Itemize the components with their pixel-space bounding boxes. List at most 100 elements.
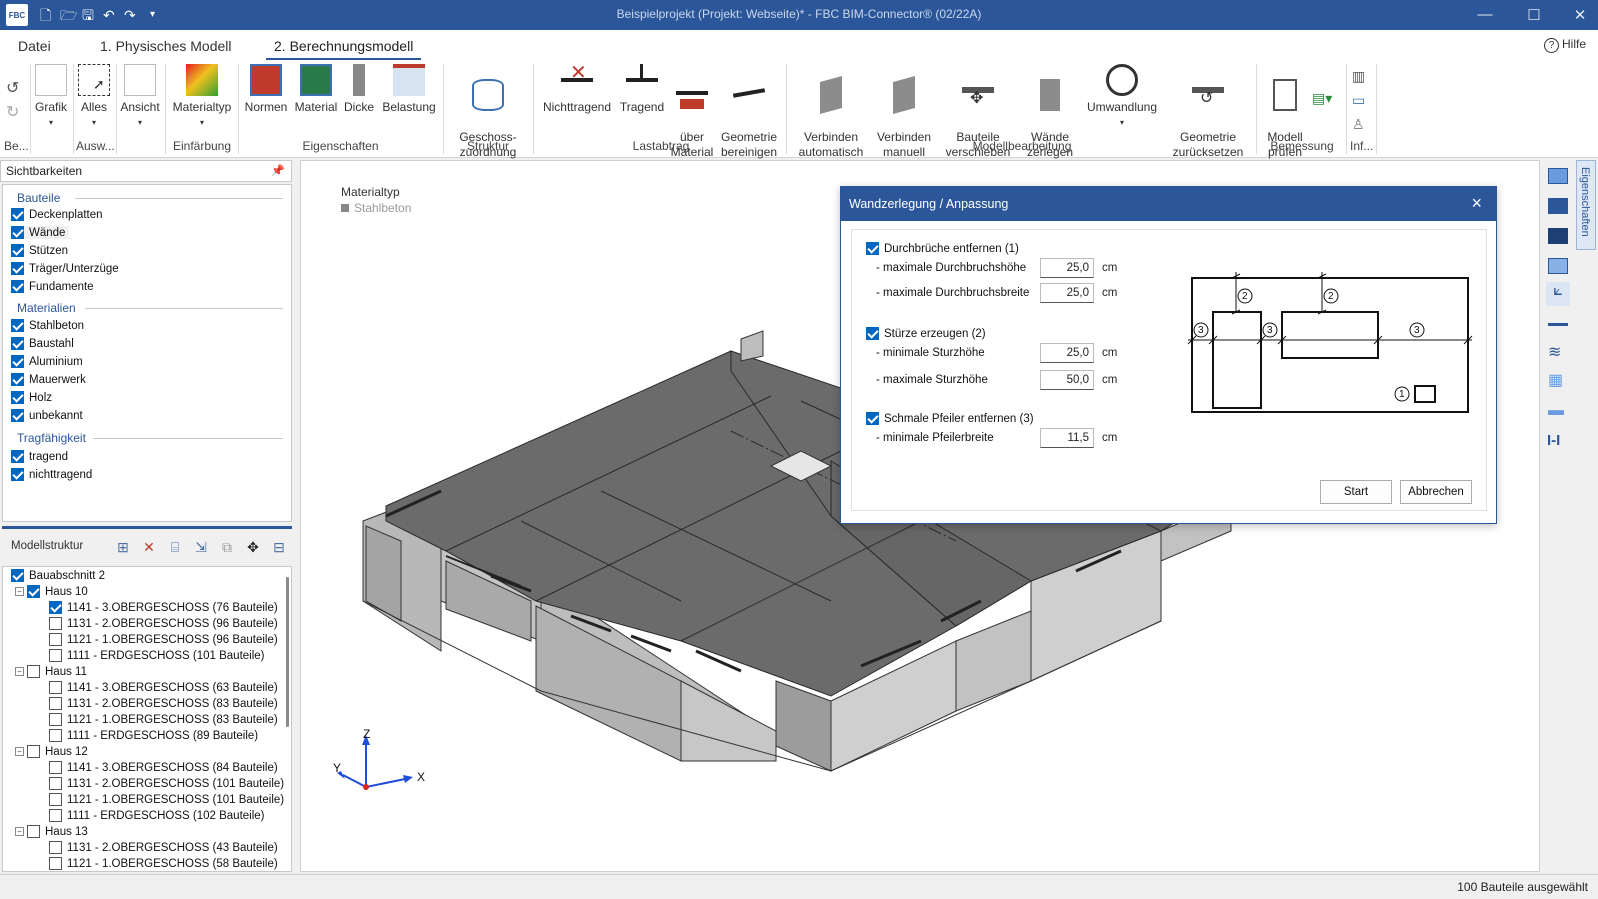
geometrie-zuruecksetzen-button[interactable]: ↺ Geometrie zurücksetzen [1164,64,1252,175]
tree-node-floor[interactable]: 1131 - 2.OBERGESCHOSS (43 Bauteile) [49,841,278,854]
tree-node-floor[interactable]: 1121 - 1.OBERGESCHOSS (83 Bauteile) [49,713,278,726]
verbinden-automatisch-button[interactable]: Verbinden automatisch [794,64,868,175]
tab-datei[interactable]: Datei [18,38,51,54]
geometrie-bereinigen-button[interactable]: Geometrie bereinigen [716,64,782,175]
tree-node-floor[interactable]: 1141 - 3.OBERGESCHOSS (76 Bauteile) [49,601,278,614]
collapse-icon[interactable]: − [15,587,24,596]
checkbox-unbekannt[interactable]: unbekannt [11,409,83,422]
user-icon[interactable]: ♙ [1352,116,1365,133]
input-min-sturzhoehe[interactable]: 25,0 [1040,343,1094,363]
help-button[interactable]: ? Hilfe [1543,37,1586,53]
input-max-durchbruchshoehe[interactable]: 25,0 [1040,258,1094,278]
start-button[interactable]: Start [1320,480,1392,504]
tree-node-floor[interactable]: 1131 - 2.OBERGESCHOSS (83 Bauteile) [49,697,278,710]
spring-icon[interactable]: ≋ [1548,342,1561,362]
alles-button[interactable]: ➚ Alles ▾ [76,64,112,130]
verbinden-manuell-button[interactable]: Verbinden manuell [870,64,938,175]
maximize-icon[interactable]: ☐ [1524,6,1544,24]
tree-node-haus-12[interactable]: − Haus 12 [15,745,88,758]
bauteile-verschieben-button[interactable]: ✥ Bauteile verschieben [938,64,1018,175]
tree-node-haus-13[interactable]: − Haus 13 [15,825,88,838]
checkbox-traeger[interactable]: Träger/Unterzüge [11,262,119,275]
rename-icon[interactable]: ⌸ [166,538,184,556]
minimize-icon[interactable]: — [1475,6,1495,23]
checkbox-deckenplatten[interactable]: Deckenplatten [11,208,103,221]
checkbox-holz[interactable]: Holz [11,391,52,404]
tree-node-haus-11[interactable]: − Haus 11 [15,665,87,678]
grafik-button[interactable]: Grafik ▾ [33,64,69,130]
input-max-sturzhoehe[interactable]: 50,0 [1040,370,1094,390]
undo-small-icon[interactable]: ↺ [6,78,19,98]
tree-node-floor[interactable]: 1121 - 1.OBERGESCHOSS (58 Bauteile) [49,857,278,870]
import-icon[interactable]: ⇲ [192,538,210,556]
report-icon[interactable]: ▥ [1352,68,1365,85]
tree-node-floor[interactable]: 1121 - 1.OBERGESCHOSS (96 Bauteile) [49,633,278,646]
tree-node-floor[interactable]: 1141 - 3.OBERGESCHOSS (63 Bauteile) [49,681,278,694]
tree-node-floor[interactable]: 1141 - 3.OBERGESCHOSS (84 Bauteile) [49,761,278,774]
checkbox-stuerze[interactable]: Stürze erzeugen (2) [866,327,986,340]
pin-icon[interactable]: 📌 [271,164,285,177]
move-arrows-icon[interactable]: ✥ [244,538,262,556]
grid-icon[interactable]: ▦ [1548,370,1563,390]
normen-button[interactable]: Normen [243,64,289,115]
materialtyp-button[interactable]: Materialtyp ▾ [170,64,234,130]
modell-pruefen-button[interactable]: Modell prüfen [1262,64,1308,175]
tree-node-haus-10[interactable]: − Haus 10 [15,585,88,598]
dicke-button[interactable]: Dicke [341,64,377,115]
tab-berechnungsmodell[interactable]: 2. Berechnungsmodell [266,38,422,61]
view-side-icon[interactable] [1548,228,1568,244]
axes-toggle-icon[interactable]: ⟀ [1546,282,1570,306]
tree-scrollbar[interactable] [286,577,289,727]
checkbox-durchbrueche[interactable]: Durchbrüche entfernen (1) [866,242,1019,255]
collapse-icon[interactable]: − [15,747,24,756]
close-window-icon[interactable]: ✕ [1570,6,1590,24]
checkbox-schmale-pfeiler[interactable]: Schmale Pfeiler entfernen (3) [866,412,1034,425]
nichttragend-button[interactable]: ✕ Nichttragend [540,63,614,115]
properties-side-tab[interactable]: Eigenschaften [1576,160,1596,250]
checkbox-aluminium[interactable]: Aluminium [11,355,83,368]
structure-icon[interactable]: ⊟ [270,538,288,556]
cancel-button[interactable]: Abbrechen [1400,480,1472,504]
input-max-durchbruchsbreite[interactable]: 25,0 [1040,283,1094,303]
tree-node-floor[interactable]: 1121 - 1.OBERGESCHOSS (101 Bauteile) [49,793,284,806]
checkbox-mauerwerk[interactable]: Mauerwerk [11,373,86,386]
waende-zerlegen-button[interactable]: Wände zerlegen [1020,64,1080,175]
dialog-close-icon[interactable]: × [1471,193,1482,214]
tree-node-floor[interactable]: 1111 - ERDGESCHOSS (101 Bauteile) [49,649,265,662]
tree-node-floor[interactable]: 1111 - ERDGESCHOSS (102 Bauteile) [49,809,265,822]
plane-icon[interactable]: ▬ [1548,402,1564,420]
geschoss-zuordnung-button[interactable]: Geschoss- zuordnung [450,64,526,175]
checkbox-tragend[interactable]: tragend [11,450,68,463]
dimensions-icon[interactable]: ▬▬ [1548,318,1568,329]
checkbox-baustahl[interactable]: Baustahl [11,337,74,350]
tree-node-floor[interactable]: 1111 - ERDGESCHOSS (89 Bauteile) [49,729,258,742]
umwandlung-button[interactable]: Umwandlung ▾ [1084,64,1160,130]
checkbox-fundamente[interactable]: Fundamente [11,280,94,293]
checkbox-stahlbeton[interactable]: Stahlbeton [11,319,84,332]
redo-small-icon[interactable]: ↻ [6,102,19,122]
material-button[interactable]: Material [293,64,339,115]
belastung-button[interactable]: Belastung [380,64,438,115]
add-icon[interactable]: ⊞ [114,538,132,556]
collapse-icon[interactable]: − [15,667,24,676]
input-min-pfeilerbreite[interactable]: 11,5 [1040,428,1094,448]
tab-physisches-modell[interactable]: 1. Physisches Modell [100,38,232,54]
tree-node-floor[interactable]: 1131 - 2.OBERGESCHOSS (101 Bauteile) [49,777,284,790]
view-iso-icon[interactable] [1548,258,1568,274]
export-icon[interactable]: ▤▾ [1312,90,1332,107]
copy-icon[interactable]: ⧉ [218,538,236,556]
view-top-icon[interactable] [1548,168,1568,184]
delete-icon[interactable]: ✕ [140,538,158,556]
checkbox-nichttragend[interactable]: nichttragend [11,468,92,481]
view-front-icon[interactable] [1548,198,1568,214]
ueber-material-button[interactable]: über Material [668,64,716,175]
checkbox-stuetzen[interactable]: Stützen [11,244,68,257]
tree-node-floor[interactable]: 1131 - 2.OBERGESCHOSS (96 Bauteile) [49,617,278,630]
layers-icon[interactable]: ▭ [1352,92,1365,109]
section-cut-icon[interactable]: I-I [1547,432,1560,449]
tree-node-bauabschnitt[interactable]: Bauabschnitt 2 [11,569,105,582]
collapse-icon[interactable]: − [15,827,24,836]
ansicht-button[interactable]: Ansicht ▾ [119,64,161,130]
tragend-button[interactable]: Tragend [616,64,668,115]
checkbox-waende[interactable]: Wände [11,226,70,239]
